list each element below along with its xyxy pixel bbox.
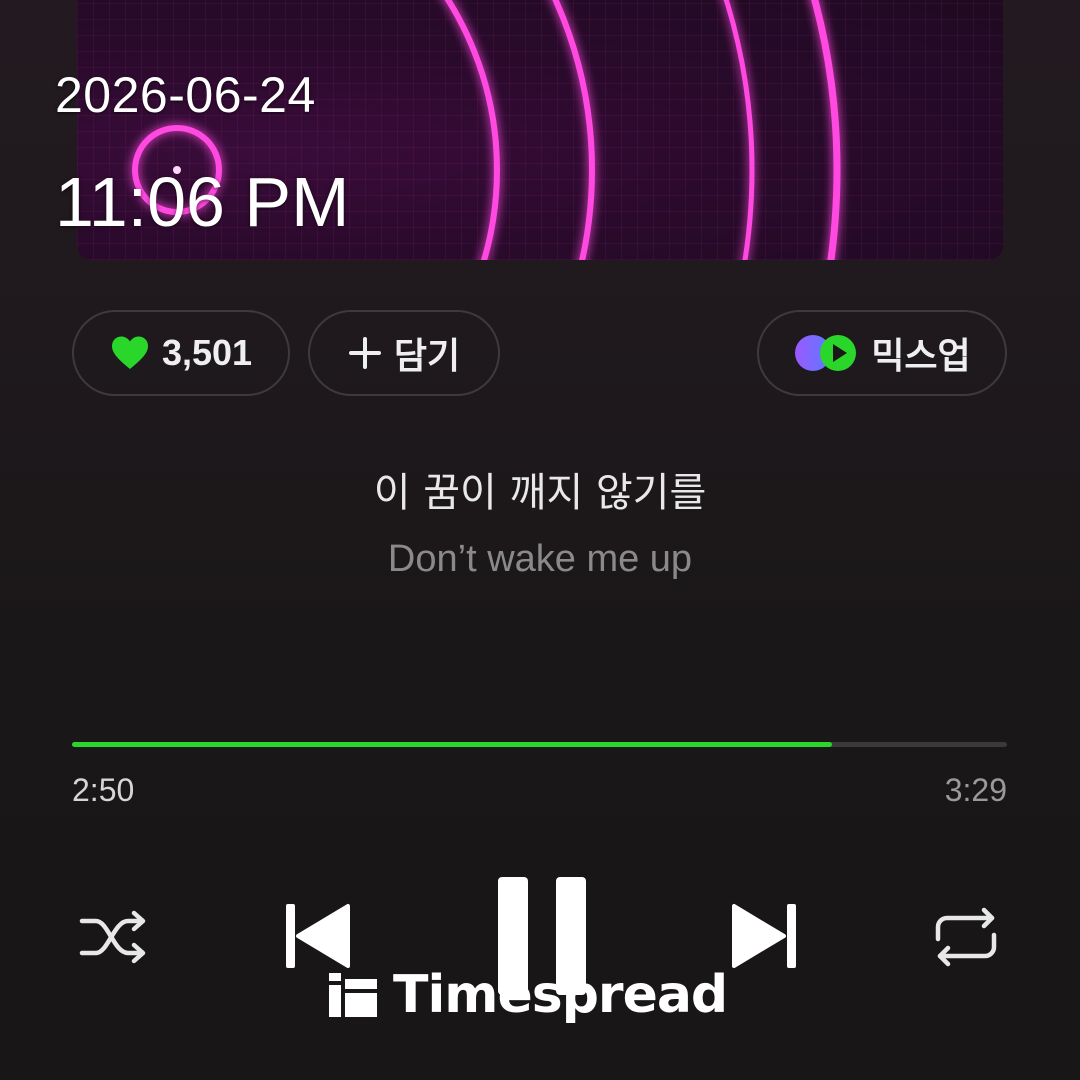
next-icon [732,904,796,968]
repeat-icon [935,907,997,967]
heart-icon [110,335,150,371]
overlay-time: 11:06 PM [55,163,350,241]
total-duration: 3:29 [944,772,1007,808]
overlay-date: 2026-06-24 [55,67,316,123]
progress-fill [72,742,833,747]
lyric-line-english[interactable]: Don’t wake me up [0,538,1080,581]
lyric-line-korean[interactable]: 이 꿈이 깨지 않기를 [0,460,1080,518]
elapsed-time: 2:50 [72,772,135,808]
previous-button[interactable] [280,898,354,974]
shuffle-button[interactable] [76,902,152,972]
add-to-playlist-button[interactable]: 담기 [308,310,500,396]
plus-icon [348,336,382,370]
watermark-text: Timespread [393,965,728,1025]
shuffle-icon [79,910,146,964]
like-button[interactable]: 3,501 [72,310,290,396]
mixup-button[interactable]: 믹스업 [757,310,1007,396]
mixup-icon [793,333,859,373]
like-count: 3,501 [161,332,253,373]
add-label: 담기 [393,335,461,376]
watermark: Timespread [329,965,728,1025]
watermark-logo-icon [329,973,377,1017]
mixup-label: 믹스업 [871,335,971,376]
progress-bar[interactable] [72,742,1007,747]
repeat-button[interactable] [928,902,1004,972]
previous-icon [286,904,350,968]
next-button[interactable] [728,898,802,974]
